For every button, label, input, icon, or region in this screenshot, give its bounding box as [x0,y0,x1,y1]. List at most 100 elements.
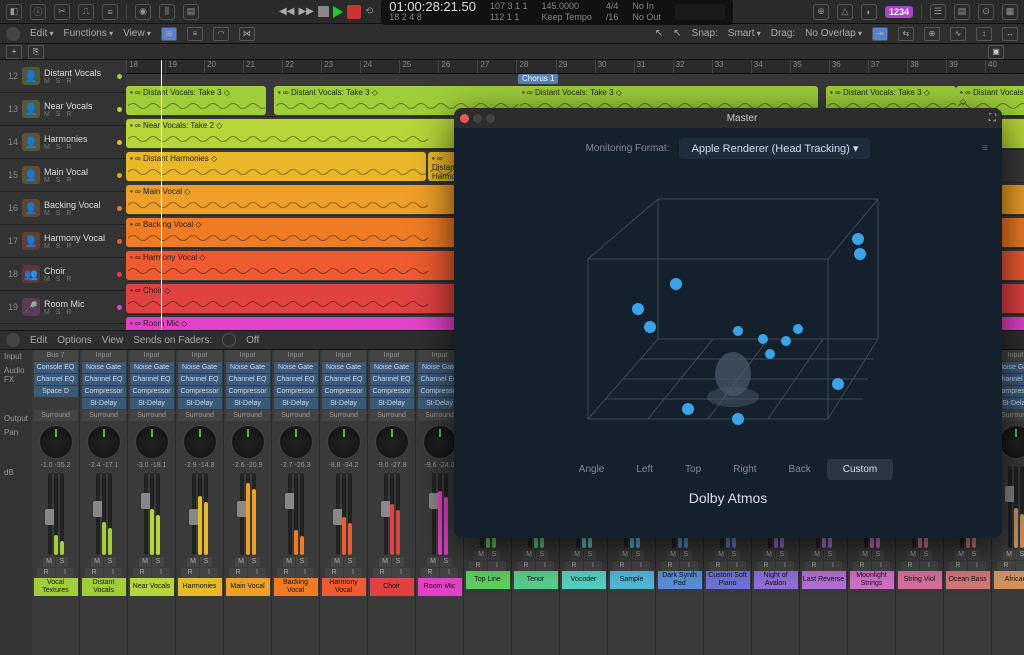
output-slot[interactable]: Surround [226,410,270,421]
list-view-icon[interactable]: ≡ [187,27,203,41]
surround-panner[interactable] [135,425,169,459]
mixer2-icon[interactable]: ⫼ [159,4,175,20]
input-slot[interactable]: Input [274,350,318,361]
flex-icon[interactable]: ⋈ [239,27,255,41]
channel-strip[interactable]: Input Noise GateChannel EQCompressorSt-D… [368,350,416,655]
input-slot[interactable]: Input [322,350,366,361]
cycle-icon[interactable]: ⟲ [365,6,373,17]
track-header[interactable]: 13👤Near VocalsM S R [0,93,126,126]
atmos-tab[interactable]: Custom [827,459,893,480]
list-icon[interactable]: ☰ [930,4,946,20]
surround-panner[interactable] [87,425,121,459]
atmos-tab[interactable]: Back [773,459,827,480]
atmos-tab[interactable]: Angle [563,459,621,480]
atmos-3d-view[interactable] [538,179,918,449]
marquee-tool-icon[interactable]: ↖ [673,28,681,39]
window-controls[interactable] [460,114,495,123]
fader[interactable] [183,469,217,555]
vzoom-icon[interactable]: ↕ [976,27,992,41]
smart-controls-icon[interactable]: ◉ [135,4,151,20]
fader[interactable] [279,469,313,555]
fader[interactable] [87,469,121,555]
track-header[interactable]: 14👤HarmoniesM S R [0,126,126,159]
atmos-window[interactable]: Master ⛶ Monitoring Format: Apple Render… [454,108,1002,538]
input-slot[interactable]: Bus 7 [34,350,78,361]
arrangement-marker[interactable]: Chorus 1 [518,74,558,84]
forward-icon[interactable]: ▶▶ [298,6,313,17]
metronome-icon[interactable]: △ [837,4,853,20]
output-slot[interactable]: Surround [130,410,174,421]
mixer-icon[interactable]: ⎍ [78,4,94,20]
sends-select[interactable]: Off [246,335,259,346]
fader[interactable] [375,469,409,555]
grid-icon[interactable]: ⊞ [161,27,177,41]
zoom-icon[interactable]: ⊕ [924,27,940,41]
stop-button[interactable] [318,6,329,17]
output-slot[interactable]: Surround [322,410,366,421]
track-header[interactable]: 19🎤Room MicM S R [0,291,126,324]
surround-panner[interactable] [183,425,217,459]
output-slot[interactable]: Surround [34,410,78,421]
play-button[interactable] [333,6,343,18]
count-in-icon[interactable]: ⊕ [813,4,829,20]
record-button[interactable] [347,5,361,19]
track-header[interactable]: 12👤Distant VocalsM S R [0,60,126,93]
atmos-tab[interactable]: Left [620,459,669,480]
library-icon[interactable]: ◧ [6,4,22,20]
channel-strip[interactable]: Input Noise GateChannel EQCompressorSt-D… [224,350,272,655]
output-slot[interactable]: Surround [274,410,318,421]
playhead[interactable] [161,60,162,330]
channel-strip[interactable]: Input Noise GateChannel EQCompressorSt-D… [272,350,320,655]
fader[interactable] [231,469,265,555]
channel-strip[interactable]: Input Noise GateChannel EQCompressorSt-D… [320,350,368,655]
fader[interactable] [327,469,361,555]
pointer-tool-icon[interactable]: ↖ [655,28,663,39]
atmos-titlebar[interactable]: Master ⛶ [454,108,1002,128]
view-menu[interactable]: View [123,28,151,39]
output-slot[interactable]: Surround [82,410,126,421]
rewind-icon[interactable]: ◀◀ [279,6,294,17]
expand-icon[interactable]: ⛶ [989,113,996,124]
edit-menu[interactable]: Edit [30,28,53,39]
loops-icon[interactable]: ⊙ [978,4,994,20]
toolbar-icon[interactable]: ✂ [54,4,70,20]
surround-panner[interactable] [999,425,1024,459]
input-slot[interactable]: Input [82,350,126,361]
atmos-tab[interactable]: Top [669,459,717,480]
output-slot[interactable]: Surround [370,410,414,421]
duplicate-track-icon[interactable]: ⎘ [28,45,44,59]
key-sig-badge[interactable]: 1234 [885,6,913,18]
add-track-button[interactable]: + [6,45,22,59]
link-icon[interactable]: ⇆ [898,27,914,41]
mixer-options-menu[interactable]: Options [57,335,91,346]
mixer-view-menu[interactable]: View [102,335,124,346]
surround-panner[interactable] [231,425,265,459]
catch-icon[interactable]: ⇥ [872,27,888,41]
notes-icon[interactable]: ▤ [954,4,970,20]
channel-strip[interactable]: Input Noise GateChannel EQCompressorSt-D… [80,350,128,655]
track-header[interactable]: 15👤Main VocalM S R [0,159,126,192]
tuner-icon[interactable]: ◐ [861,4,877,20]
input-slot[interactable]: Input [178,350,222,361]
snap-select[interactable]: Smart [728,28,761,39]
automation-icon[interactable]: ◠ [213,27,229,41]
waveform-zoom-icon[interactable]: ∿ [950,27,966,41]
surround-panner[interactable] [39,425,73,459]
sends-toggle[interactable] [222,333,236,347]
track-header[interactable]: 17👤Harmony VocalM S R [0,225,126,258]
mixer-back-icon[interactable] [6,333,20,347]
fader[interactable] [135,469,169,555]
fader[interactable] [423,469,457,555]
fader[interactable] [999,462,1024,548]
editors-icon[interactable]: ≡ [102,4,118,20]
channel-strip[interactable]: Bus 7 Console EQChannel EQSpace D Surrou… [32,350,80,655]
timeline-ruler[interactable]: 1819202122232425262728293031323334353637… [126,60,1024,74]
track-header[interactable]: 16👤Backing VocalM S R [0,192,126,225]
surround-panner[interactable] [279,425,313,459]
audio-region[interactable]: • ∞ Distant Harmonies ◇ [126,152,426,181]
browser-icon[interactable]: ▦ [1002,4,1018,20]
input-slot[interactable]: Input [226,350,270,361]
surround-panner[interactable] [423,425,457,459]
track-header[interactable]: 18👥ChoirM S R [0,258,126,291]
global-tracks-icon[interactable]: ▣ [988,45,1004,59]
